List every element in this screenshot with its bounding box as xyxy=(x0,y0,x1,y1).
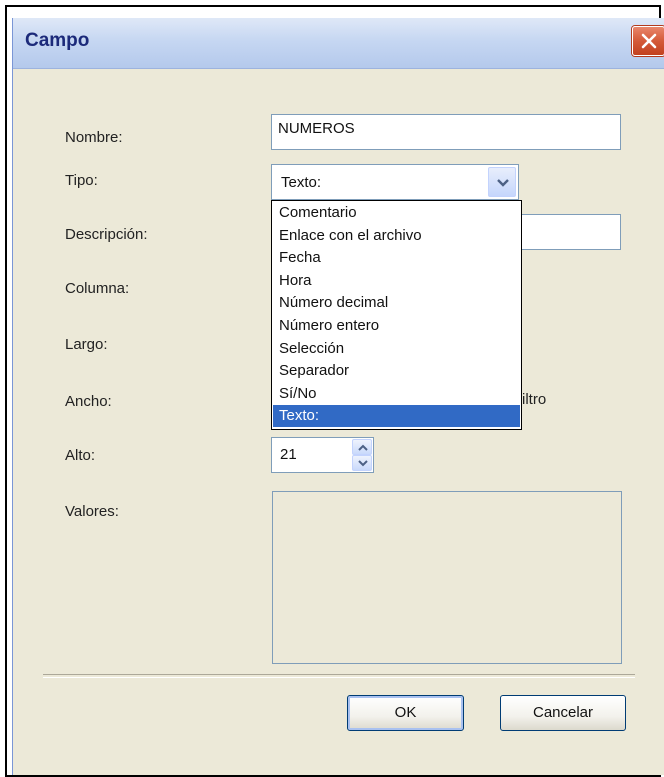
campo-dialog: Campo Nombre: NUMEROS Tipo: Texto: Descr… xyxy=(12,18,664,775)
alto-stepper[interactable]: 21 xyxy=(271,437,374,473)
alto-label: Alto: xyxy=(65,447,96,464)
dropdown-option[interactable]: Comentario xyxy=(273,202,520,224)
dropdown-option[interactable]: Hora xyxy=(273,270,520,292)
title-bar[interactable]: Campo xyxy=(13,18,664,69)
tipo-label: Tipo: xyxy=(65,172,98,189)
filtro-checkbox-label: iltro xyxy=(522,391,547,408)
tipo-dropdown-button[interactable] xyxy=(488,167,516,197)
separator xyxy=(43,674,635,678)
tipo-select-value: Texto: xyxy=(281,174,322,191)
tipo-dropdown-list: Comentario Enlace con el archivo Fecha Hora… xyxy=(271,200,522,430)
ancho-label: Ancho: xyxy=(65,393,112,410)
dropdown-option[interactable]: Texto: xyxy=(273,405,520,428)
valores-label: Valores: xyxy=(65,503,119,520)
dropdown-option[interactable]: Número entero xyxy=(273,315,520,337)
dropdown-option[interactable]: Fecha xyxy=(273,247,520,269)
close-icon xyxy=(641,33,657,49)
columna-label: Columna: xyxy=(65,280,130,297)
tipo-select[interactable]: Texto: xyxy=(271,164,519,200)
nombre-input[interactable]: NUMEROS xyxy=(271,114,621,150)
alto-decrement-button[interactable] xyxy=(352,455,372,471)
dropdown-option[interactable]: Número decimal xyxy=(273,292,520,314)
dropdown-option[interactable]: Enlace con el archivo xyxy=(273,225,520,247)
alto-increment-button[interactable] xyxy=(352,439,372,455)
valores-textarea[interactable] xyxy=(272,491,622,664)
chevron-down-icon xyxy=(358,460,368,467)
close-button[interactable] xyxy=(632,26,664,56)
descripcion-label: Descripción: xyxy=(65,226,148,243)
alto-value: 21 xyxy=(280,446,297,463)
window-title: Campo xyxy=(25,30,90,51)
chevron-up-icon xyxy=(358,444,368,451)
nombre-label: Nombre: xyxy=(65,129,123,146)
ok-button[interactable]: OK xyxy=(347,695,464,731)
dropdown-option[interactable]: Sí/No xyxy=(273,383,520,405)
cancel-button[interactable]: Cancelar xyxy=(500,695,626,731)
chevron-down-icon xyxy=(497,179,509,187)
dropdown-option[interactable]: Separador xyxy=(273,360,520,382)
dropdown-option[interactable]: Selección xyxy=(273,338,520,360)
largo-label: Largo: xyxy=(65,336,108,353)
